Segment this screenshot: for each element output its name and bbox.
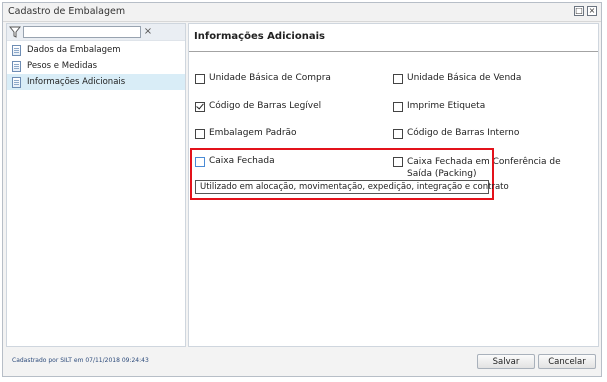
clear-filter-icon[interactable]: ×	[142, 26, 154, 38]
cancel-button[interactable]: Cancelar	[538, 354, 596, 369]
nav-item-dados-embalagem[interactable]: Dados da Embalagem	[7, 42, 185, 58]
checkbox[interactable]	[393, 102, 403, 112]
option-codigo-barras-legivel[interactable]: Código de Barras Legível	[195, 101, 321, 112]
section-title: Informações Adicionais	[194, 31, 325, 42]
option-label: Unidade Básica de Venda	[407, 73, 522, 83]
option-unidade-basica-compra[interactable]: Unidade Básica de Compra	[195, 73, 331, 84]
nav-item-informacoes-adicionais[interactable]: Informações Adicionais	[7, 74, 185, 90]
document-icon	[12, 60, 21, 72]
window-controls: □ ×	[574, 6, 597, 16]
title-bar: Cadastro de Embalagem □ ×	[3, 3, 601, 22]
tooltip: Utilizado em alocação, movimentação, exp…	[195, 180, 509, 194]
window-title: Cadastro de Embalagem	[8, 6, 126, 17]
option-unidade-basica-venda[interactable]: Unidade Básica de Venda	[393, 73, 521, 84]
checkbox[interactable]	[393, 74, 403, 84]
filter-icon[interactable]	[9, 26, 21, 38]
nav-item-label: Dados da Embalagem	[27, 45, 121, 55]
option-embalagem-padrao[interactable]: Embalagem Padrão	[195, 128, 297, 139]
maximize-icon[interactable]: □	[574, 6, 584, 16]
checkbox[interactable]	[195, 74, 205, 84]
nav-item-pesos-medidas[interactable]: Pesos e Medidas	[7, 58, 185, 74]
checkbox[interactable]	[195, 129, 205, 139]
save-button[interactable]: Salvar	[477, 354, 535, 369]
document-icon	[12, 44, 21, 56]
option-imprime-etiqueta[interactable]: Imprime Etiqueta	[393, 101, 485, 112]
option-label: Código de Barras Interno	[407, 128, 520, 138]
nav-item-label: Pesos e Medidas	[27, 61, 98, 71]
option-label: Unidade Básica de Compra	[209, 73, 331, 83]
checkbox-checked[interactable]	[195, 102, 205, 112]
audit-status-text: Cadastrado por SILT em 07/11/2018 09:24:…	[12, 357, 149, 364]
option-label: Imprime Etiqueta	[407, 101, 486, 111]
document-icon	[12, 76, 21, 88]
nav-item-label: Informações Adicionais	[27, 77, 126, 87]
nav-tree: Dados da Embalagem Pesos e Medidas Infor…	[7, 42, 185, 90]
section-divider	[189, 51, 598, 52]
option-label: Embalagem Padrão	[209, 128, 297, 138]
left-panel: × Dados da Embalagem Pesos e Medidas Inf…	[6, 23, 186, 347]
footer: Cadastrado por SILT em 07/11/2018 09:24:…	[3, 350, 601, 376]
option-label: Código de Barras Legível	[209, 101, 322, 111]
filter-bar: ×	[7, 24, 185, 41]
checkbox[interactable]	[393, 129, 403, 139]
close-icon[interactable]: ×	[587, 6, 597, 16]
option-codigo-barras-interno[interactable]: Código de Barras Interno	[393, 128, 519, 139]
filter-input[interactable]	[23, 26, 141, 38]
